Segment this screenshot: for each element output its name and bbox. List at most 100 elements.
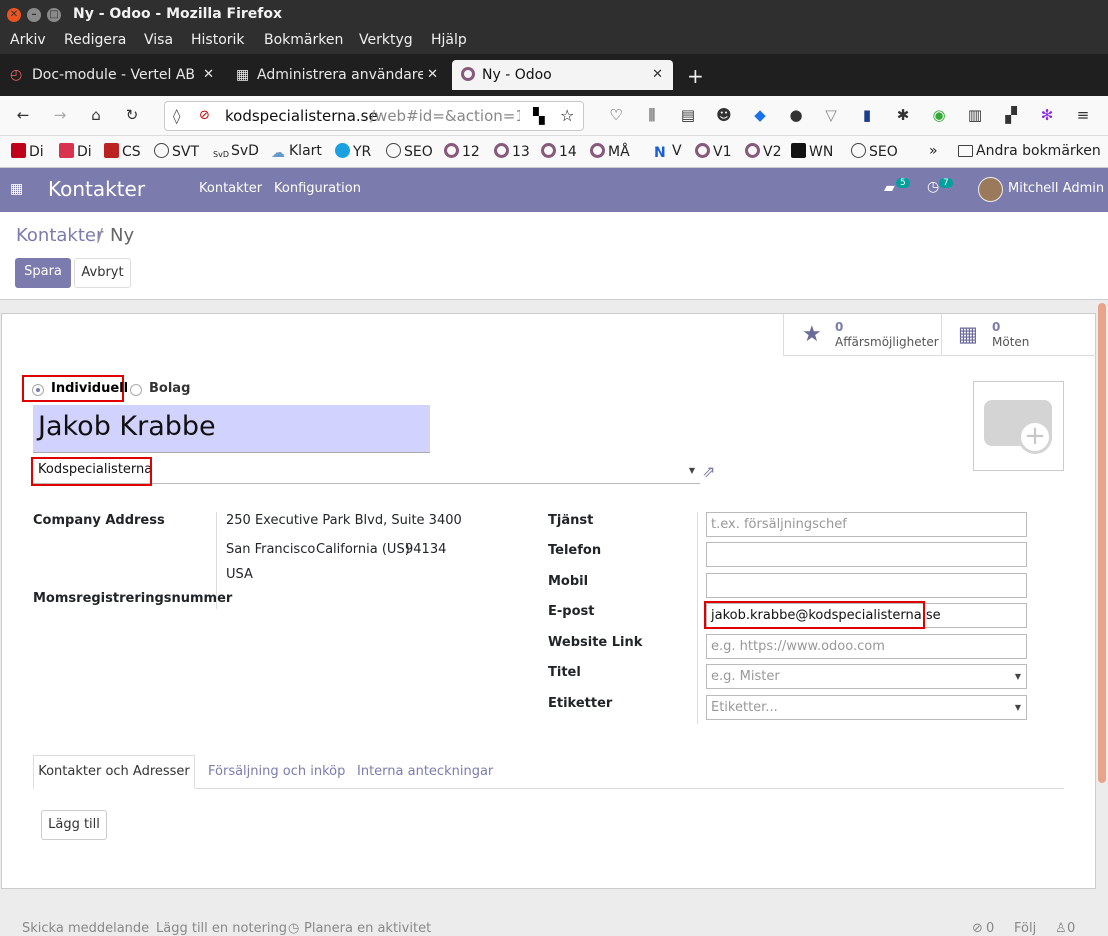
external-link-icon[interactable]: ⇗	[702, 462, 715, 481]
menu-bokmarken[interactable]: Bokmärken	[264, 32, 343, 48]
bookmark-item[interactable]: SEO	[386, 143, 433, 160]
library-icon[interactable]: ⫼	[642, 106, 662, 124]
qr-code-icon[interactable]: ▚	[533, 102, 545, 130]
photo-placeholder[interactable]: +	[973, 381, 1064, 471]
bookmark-item[interactable]: NV	[654, 143, 682, 161]
radio-company[interactable]	[130, 384, 142, 396]
extension-icon[interactable]: ▽	[821, 106, 841, 124]
breadcrumb-parent[interactable]: Kontakter	[16, 225, 103, 246]
bookmark-item[interactable]: Di	[11, 143, 44, 160]
bookmarks-overflow-icon[interactable]: »	[929, 143, 938, 159]
bookmark-item[interactable]: 13	[494, 143, 530, 160]
bookmark-item[interactable]: 12	[444, 143, 480, 160]
sidebar-icon[interactable]: ▤	[678, 106, 698, 124]
apps-menu-icon[interactable]: ▦	[10, 181, 23, 197]
bookmark-star-icon[interactable]: ☆	[560, 102, 574, 130]
user-name[interactable]: Mitchell Admin	[1008, 181, 1104, 196]
extension-icon[interactable]: ▥	[965, 106, 985, 124]
tab-contacts-addresses[interactable]: Kontakter och Adresser	[33, 755, 195, 789]
bookmark-item[interactable]: YR	[335, 143, 371, 160]
tab-administrera[interactable]: ▦ Administrera användare - ✕	[226, 60, 448, 90]
address-country: USA	[226, 567, 253, 582]
odoo-navbar: ▦ Kontakter Kontakter Konfiguration ▰ 5 …	[0, 168, 1108, 212]
menu-verktyg[interactable]: Verktyg	[359, 32, 413, 48]
forward-icon[interactable]: →	[50, 106, 70, 124]
attachments-count: 0	[986, 921, 995, 936]
extension-icon[interactable]: ●	[786, 106, 806, 124]
menu-redigera[interactable]: Redigera	[64, 32, 126, 48]
phone-input[interactable]	[706, 542, 1027, 567]
app-name[interactable]: Kontakter	[48, 177, 145, 201]
send-message-button[interactable]: Skicka meddelande	[22, 921, 149, 936]
extension-icon[interactable]: ◉	[929, 106, 949, 124]
opportunities-smart-button[interactable]: ★ 0 Affärsmöjligheter	[783, 314, 941, 356]
pocket-icon[interactable]: ♡	[606, 106, 626, 124]
meetings-count: 0	[992, 320, 1001, 334]
bookmark-item[interactable]: V1	[695, 143, 731, 160]
company-label[interactable]: Bolag	[149, 381, 190, 396]
close-window-icon[interactable]: ✕	[7, 8, 21, 22]
function-input[interactable]: t.ex. försäljningschef	[706, 512, 1027, 537]
tab-internal-notes[interactable]: Interna anteckningar	[357, 764, 493, 779]
menu-arkiv[interactable]: Arkiv	[10, 32, 46, 48]
tab-doc-module[interactable]: ◴ Doc-module - Vertel AB ✕	[0, 60, 224, 90]
tags-select[interactable]: Etiketter... ▼	[706, 695, 1027, 720]
minimize-window-icon[interactable]: –	[27, 8, 41, 22]
meetings-smart-button[interactable]: ▦ 0 Möten	[941, 314, 1096, 356]
new-tab-icon[interactable]: +	[687, 64, 704, 88]
avatar[interactable]	[978, 177, 1003, 202]
chat-icon[interactable]: ▰	[884, 180, 895, 196]
menu-kontakter[interactable]: Kontakter	[199, 181, 262, 196]
title-select[interactable]: e.g. Mister ▼	[706, 664, 1027, 689]
menu-hjalp[interactable]: Hjälp	[431, 32, 467, 48]
maximize-window-icon[interactable]: □	[47, 8, 61, 22]
mobile-input[interactable]	[706, 573, 1027, 598]
extension-icon[interactable]: ☻	[714, 106, 734, 124]
individual-label[interactable]: Individuell	[51, 381, 128, 396]
home-icon[interactable]: ⌂	[86, 106, 106, 124]
extension-icon[interactable]: ✻	[1037, 106, 1057, 124]
messages-badge: 5	[896, 178, 910, 188]
followers-icon[interactable]: ♙	[1055, 921, 1067, 936]
paperclip-icon[interactable]: ⊘	[972, 921, 983, 936]
bookmark-item[interactable]: ☁ Klart	[271, 143, 322, 161]
extension-icon[interactable]: ▞	[1001, 106, 1021, 124]
insecure-lock-icon: ⊘	[199, 108, 210, 123]
tab-close-icon[interactable]: ✕	[652, 60, 663, 90]
bookmark-item[interactable]: 14	[541, 143, 577, 160]
contact-name-input[interactable]: Jakob Krabbe	[33, 405, 430, 453]
tab-close-icon[interactable]: ✕	[423, 60, 438, 90]
menu-konfiguration[interactable]: Konfiguration	[274, 181, 361, 196]
bug-icon[interactable]: ✱	[893, 106, 913, 124]
bookmark-item[interactable]: MÅ	[590, 143, 630, 160]
extension-icon[interactable]: ◆	[750, 106, 770, 124]
bookmark-item[interactable]: CS	[104, 143, 141, 160]
bookmark-item[interactable]: Di	[59, 143, 92, 160]
reload-icon[interactable]: ↻	[122, 106, 142, 124]
radio-individual[interactable]	[32, 384, 44, 396]
extension-icon[interactable]: ▮	[857, 106, 877, 124]
back-icon[interactable]: ←	[13, 106, 33, 124]
website-input[interactable]: e.g. https://www.odoo.com	[706, 634, 1027, 659]
tab-sales-purchase[interactable]: Försäljning och inköp	[208, 764, 345, 779]
hamburger-menu-icon[interactable]: ≡	[1073, 106, 1093, 124]
save-button[interactable]: Spara	[15, 258, 71, 288]
activity-clock-icon[interactable]: ◷	[927, 179, 939, 195]
menu-visa[interactable]: Visa	[144, 32, 173, 48]
menu-historik[interactable]: Historik	[191, 32, 245, 48]
bookmark-item[interactable]: SvD SvD	[213, 143, 259, 165]
tab-close-icon[interactable]: ✕	[203, 60, 214, 90]
bookmark-item[interactable]: V2	[745, 143, 781, 160]
schedule-activity-button[interactable]: Planera en aktivitet	[304, 921, 431, 936]
bookmark-item[interactable]: WN	[791, 143, 833, 160]
page-scrollbar[interactable]	[1098, 303, 1106, 783]
log-note-button[interactable]: Lägg till en notering	[156, 921, 287, 936]
other-bookmarks[interactable]: Andra bokmärken	[958, 143, 1101, 159]
discard-button[interactable]: Avbryt	[74, 258, 131, 288]
tab-ny-odoo[interactable]: Ny - Odoo ✕	[452, 60, 673, 90]
follow-button[interactable]: Följ	[1014, 921, 1036, 936]
bookmark-item[interactable]: SVT	[154, 143, 199, 160]
bookmark-item[interactable]: SEO	[851, 143, 898, 160]
add-contact-button[interactable]: Lägg till	[41, 810, 107, 840]
url-bar[interactable]: ◊ ⊘ kodspecialisterna.se /web#id=&action…	[164, 101, 584, 131]
